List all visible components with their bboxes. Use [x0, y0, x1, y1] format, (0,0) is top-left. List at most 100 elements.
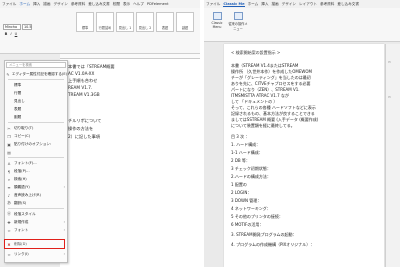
left-tab-home[interactable]: ホーム	[19, 2, 30, 7]
left-doc-line: チルリポについて	[68, 118, 102, 123]
right-tab-design[interactable]: デザイン	[282, 2, 296, 7]
left-doc-line: TREAM V1.3GB	[68, 92, 100, 97]
left-tab-design[interactable]: デザイン	[53, 2, 67, 7]
ctx-item-style-title[interactable]: 表題	[5, 105, 67, 113]
ctx-item-paragraph-style[interactable]: Ⓐ 段落スタイル	[5, 210, 67, 218]
right-doc-toc-item: 2 LOGIN：	[231, 190, 252, 195]
left-doc-line: REAM V1.7.	[68, 85, 93, 90]
left-doc-line: 上手順も合わせ	[68, 78, 98, 83]
ctx-item-read-aloud[interactable]: ♪ 音声読み上げ(R)	[5, 191, 67, 199]
left-document-page[interactable]	[60, 59, 200, 267]
classic-menu-icon	[212, 12, 222, 20]
ctx-item-translate[interactable]: あ翻訳(S)	[5, 199, 67, 207]
right-tab-draw[interactable]: 描画	[271, 2, 278, 7]
search-icon: ⌕	[7, 176, 11, 182]
style-heading-1[interactable]: 見出し 1	[116, 12, 134, 32]
italic-button[interactable]: I	[9, 32, 13, 37]
bold-button[interactable]: B	[4, 32, 8, 37]
ctx-item-thesaurus[interactable]: ≡ 類義語(Y) ›	[5, 183, 67, 191]
font-icon: A	[7, 160, 11, 166]
right-tab-classic-menu[interactable]: Classic Me	[223, 2, 245, 7]
thesaurus-icon: ≡	[7, 184, 11, 190]
clipboard-icon: ▤	[7, 149, 11, 155]
left-tab-view[interactable]: 表示	[123, 2, 130, 7]
right-doc-toc-item: 5 その他のプリンタの接続：	[231, 214, 283, 219]
right-doc-toc-heading: 目 3 次 ：	[231, 134, 250, 139]
right-doc-toc-item: 3 DOWN 管理：	[231, 198, 262, 203]
style-title[interactable]: 表題	[156, 12, 174, 32]
ctx-item-link-sub[interactable]: ∞ フォント ›	[5, 226, 67, 234]
right-ribbon-tabs: ファイル Classic Me ホーム 挿入 描画 デザイン レイアウト 参考資…	[204, 0, 400, 8]
right-doc-line: について装置類を経に最終してる。	[231, 123, 295, 128]
style-heading-2[interactable]: 見出し 2	[136, 12, 154, 32]
right-doc-toc-item: 2 DB 等：	[231, 158, 250, 163]
left-tab-pdfelement[interactable]: PDFelement	[147, 2, 169, 6]
ctx-item-font[interactable]: A フォント(F)...	[5, 159, 67, 167]
ctx-item-link[interactable]: ∞ リンク(I) ›	[5, 250, 67, 258]
right-doc-toc-item: 2.ハードの構成方法：	[231, 174, 271, 179]
ctx-item-paste-options[interactable]: ▣ 貼り付けのオプション:	[5, 140, 67, 148]
ctx-item-paste-clipboard[interactable]: ▤	[5, 148, 67, 156]
side-pane-marker: ▭	[388, 95, 391, 99]
copy-icon: ❐	[7, 133, 11, 139]
right-doc-toc-item: 3. STREAM開発プログラムの起動：	[231, 232, 297, 237]
style-icon: Ⓐ	[7, 211, 11, 216]
style-subtitle[interactable]: 副題	[176, 12, 194, 32]
editor-icon: ✎	[6, 71, 10, 77]
left-doc-line: 操作の方法を	[68, 126, 94, 131]
style-standard[interactable]: 標準	[76, 12, 94, 32]
ctx-item-style-standard[interactable]: 標準	[5, 81, 67, 89]
left-doc-line: AC V1.0A-XX	[68, 71, 95, 76]
paste-icon: ▣	[7, 141, 11, 147]
ctx-item-copy[interactable]: ❐ コピー(C)	[5, 132, 67, 140]
speaker-icon: ♪	[7, 192, 11, 198]
right-doc-toc-item: 1 配置の	[231, 182, 247, 187]
ctx-item-style-heading[interactable]: 見出し	[5, 97, 67, 105]
left-tab-references[interactable]: 参考資料	[71, 2, 85, 7]
right-side-pane	[385, 44, 400, 267]
underline-button[interactable]: U	[14, 32, 18, 37]
left-doc-line: 2）に記した事項	[68, 134, 100, 139]
legacy-menu-icon	[233, 12, 243, 20]
side-pane-marker: ▭	[388, 60, 391, 64]
chevron-right-icon: ›	[63, 252, 65, 256]
right-tab-mailings[interactable]: 差し込み文書	[337, 2, 359, 7]
ctx-item-cut[interactable]: ✂ 切り取り(T)	[5, 124, 67, 132]
left-tab-insert[interactable]: 挿入	[33, 2, 40, 7]
ctx-item-search[interactable]: ⌕ 検索(H)	[5, 175, 67, 183]
left-tab-file[interactable]: ファイル	[2, 2, 16, 7]
right-tab-layout[interactable]: レイアウト	[299, 2, 317, 7]
ctx-item-style-subtitle[interactable]: 副題	[5, 113, 67, 121]
right-doc-toc-item: 1-1 ハード構成：	[231, 150, 263, 155]
left-doc-line: 本書では「STREAM概要	[68, 64, 115, 69]
right-doc-toc-item: 3 チェック初期状態：	[231, 166, 271, 171]
right-tab-references[interactable]: 参考資料	[320, 2, 334, 7]
legacy-menu-button[interactable]: 従来の操作メニュー	[228, 12, 248, 34]
new-icon: ✚	[7, 219, 11, 225]
ctx-item-new[interactable]: ✚ 新規作成 ›	[5, 218, 67, 226]
ctx-separator	[8, 208, 64, 209]
ctx-separator	[8, 79, 64, 80]
ctx-item-style-spacing[interactable]: 行間	[5, 89, 67, 97]
right-doc-toc-item: 1. ハード構成：	[231, 142, 261, 147]
ctx-item-paragraph[interactable]: ¶ 段落(P)...	[5, 167, 67, 175]
cut-icon: ✂	[7, 125, 11, 131]
chevron-right-icon: ›	[63, 185, 65, 189]
ctx-item-editor[interactable]: ✎ エディター属性付記を確認する(E)	[5, 70, 67, 78]
paragraph-icon: ¶	[7, 168, 11, 174]
left-tab-draw[interactable]: 描画	[43, 2, 50, 7]
font-name-select[interactable]: Mincho	[3, 24, 21, 30]
right-tab-insert[interactable]: 挿入	[261, 2, 268, 7]
context-menu-search[interactable]: メニューを検索	[6, 62, 66, 68]
left-tab-review[interactable]: 校閲	[113, 2, 120, 7]
right-doc-toc-item: 4 ネットワーキング：	[231, 206, 271, 211]
left-tab-help[interactable]: ヘルプ	[133, 2, 144, 7]
classic-menu-button[interactable]: Classic Menu	[207, 12, 227, 34]
right-tab-home[interactable]: ホーム	[248, 2, 259, 7]
font-size-select[interactable]: 10.5	[22, 24, 32, 30]
link-icon: ∞	[7, 251, 11, 257]
style-no-spacing[interactable]: 行間詰め	[96, 12, 114, 32]
left-tab-mailings[interactable]: 差し込み文書	[88, 2, 110, 7]
delete-highlight-box	[4, 239, 65, 249]
right-tab-file[interactable]: ファイル	[206, 2, 220, 7]
